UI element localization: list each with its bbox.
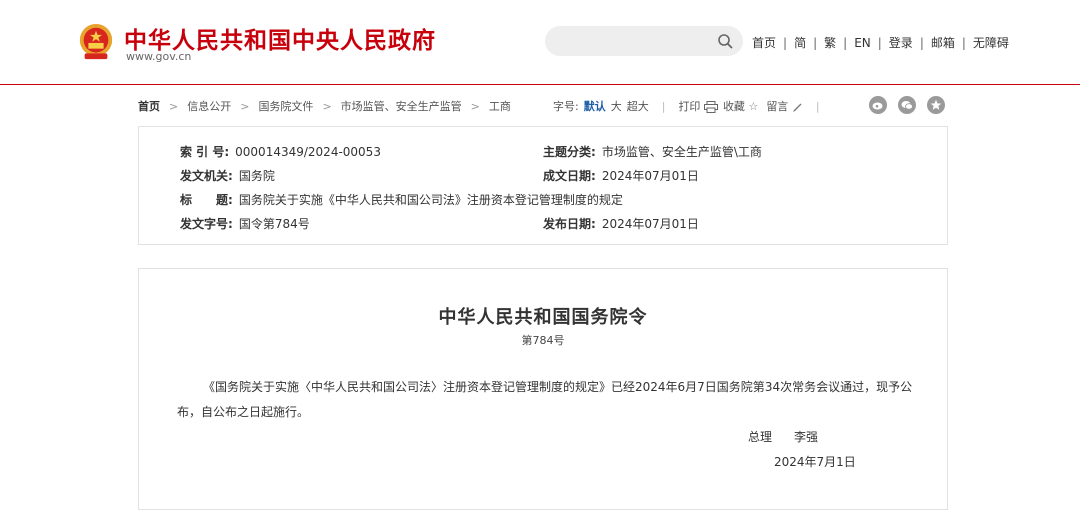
meta-docno: 发文字号: 国令第784号 bbox=[180, 215, 310, 232]
toolbar-separator: | bbox=[661, 99, 666, 113]
article-title: 中华人民共和国国务院令 bbox=[438, 307, 648, 328]
breadcrumb-home[interactable]: 首页 bbox=[138, 98, 160, 114]
breadcrumb-commerce[interactable]: 工商 bbox=[489, 98, 511, 114]
top-nav: 首页 | 简 | 繁 | EN | 登录 | 邮箱 | 无障碍 bbox=[752, 34, 1009, 51]
meta-published: 发布日期: 2024年07月01日 bbox=[543, 215, 699, 232]
breadcrumb: 首页 > 信息公开 > 国务院文件 > 市场监管、安全生产监管 > 工商 bbox=[138, 98, 511, 114]
font-default-option[interactable]: 默认 bbox=[584, 98, 606, 114]
signer-name: 李强 bbox=[794, 430, 819, 444]
meta-issuer-value: 国务院 bbox=[238, 169, 275, 183]
nav-separator: | bbox=[813, 35, 818, 50]
meta-title-label: 标 题: bbox=[180, 193, 233, 207]
meta-index-label: 索 引 号: bbox=[180, 145, 230, 159]
meta-published-value: 2024年07月01日 bbox=[601, 217, 699, 231]
weibo-icon[interactable] bbox=[869, 96, 887, 114]
chevron-right-icon: > bbox=[470, 99, 480, 113]
article-paragraph: 《国务院关于实施〈中华人民共和国公司法〉注册资本登记管理制度的规定》已经2024… bbox=[177, 380, 913, 419]
national-emblem-icon[interactable] bbox=[77, 22, 115, 62]
star-icon[interactable] bbox=[927, 96, 945, 114]
nav-separator: | bbox=[877, 35, 882, 50]
meta-category-label: 主题分类: bbox=[543, 145, 596, 159]
site-header: 中华人民共和国中央人民政府 www.gov.cn 首页 | 简 | 繁 | EN | 登… bbox=[0, 0, 1080, 84]
meta-title-value: 国务院关于实施《中华人民共和国公司法》注册资本登记管理制度的规定 bbox=[238, 193, 623, 207]
nav-mail[interactable]: 邮箱 bbox=[931, 34, 955, 51]
pencil-icon bbox=[792, 103, 802, 112]
print-label: 打印 bbox=[678, 100, 701, 113]
nav-login[interactable]: 登录 bbox=[889, 34, 913, 51]
article-body: 中华人民共和国国务院令 第784号 《国务院关于实施〈中华人民共和国公司法〉注册… bbox=[138, 268, 948, 510]
search-icon[interactable] bbox=[717, 33, 733, 49]
nav-traditional[interactable]: 繁 bbox=[824, 34, 836, 51]
nav-accessibility[interactable]: 无障碍 bbox=[973, 34, 1009, 51]
document-metadata: 索 引 号: 000014349/2024-00053 主题分类: 市场监管、安全生… bbox=[138, 126, 948, 245]
breadcrumb-toolbar: 首页 > 信息公开 > 国务院文件 > 市场监管、安全生产监管 > 工商 字号:… bbox=[138, 96, 948, 114]
nav-simplified[interactable]: 简 bbox=[794, 34, 806, 51]
nav-separator: | bbox=[919, 35, 924, 50]
favorite-label: 收藏 bbox=[722, 100, 745, 113]
meta-issuer: 发文机关: 国务院 bbox=[180, 167, 275, 184]
font-xlarge-option[interactable]: 超大 bbox=[627, 98, 649, 114]
comment-label: 留言 bbox=[766, 100, 789, 113]
article-number: 第784号 bbox=[521, 334, 565, 347]
site-domain: www.gov.cn bbox=[126, 50, 192, 63]
nav-home[interactable]: 首页 bbox=[752, 34, 776, 51]
signature: 总理 李强 bbox=[748, 428, 818, 445]
comment-button[interactable]: 留言 bbox=[766, 98, 803, 114]
meta-category: 主题分类: 市场监管、安全生产监管\工商 bbox=[543, 143, 762, 160]
signer-title: 总理 bbox=[748, 430, 773, 444]
article-date: 2024年7月1日 bbox=[774, 455, 856, 469]
meta-index-value: 000014349/2024-00053 bbox=[235, 145, 381, 159]
favorite-button[interactable]: 收藏 ☆ bbox=[723, 98, 758, 114]
printer-icon bbox=[703, 101, 718, 113]
breadcrumb-info-public[interactable]: 信息公开 bbox=[187, 98, 231, 114]
nav-separator: | bbox=[961, 35, 966, 50]
share-icons bbox=[869, 96, 956, 114]
nav-separator: | bbox=[843, 35, 848, 50]
wechat-icon[interactable] bbox=[898, 96, 916, 114]
chevron-right-icon: > bbox=[169, 99, 179, 113]
star-outline-icon: ☆ bbox=[748, 100, 759, 113]
font-large-option[interactable]: 大 bbox=[611, 98, 622, 114]
meta-docno-label: 发文字号: bbox=[180, 217, 233, 231]
search-input[interactable] bbox=[545, 26, 743, 56]
meta-category-value: 市场监管、安全生产监管\工商 bbox=[601, 145, 762, 159]
meta-created-label: 成文日期: bbox=[543, 169, 596, 183]
meta-index: 索 引 号: 000014349/2024-00053 bbox=[180, 143, 381, 160]
font-size-label: 字号: bbox=[553, 100, 579, 113]
toolbar-separator: | bbox=[815, 99, 820, 113]
nav-english[interactable]: EN bbox=[854, 36, 871, 50]
chevron-right-icon: > bbox=[322, 99, 332, 113]
breadcrumb-state-council-docs[interactable]: 国务院文件 bbox=[258, 98, 313, 114]
nav-separator: | bbox=[783, 35, 788, 50]
meta-docno-value: 国令第784号 bbox=[238, 217, 310, 231]
meta-title: 标 题: 国务院关于实施《中华人民共和国公司法》注册资本登记管理制度的规定 bbox=[180, 191, 623, 208]
meta-published-label: 发布日期: bbox=[543, 217, 596, 231]
chevron-right-icon: > bbox=[240, 99, 250, 113]
meta-created-value: 2024年07月01日 bbox=[601, 169, 699, 183]
print-button[interactable]: 打印 bbox=[678, 98, 718, 114]
meta-issuer-label: 发文机关: bbox=[180, 169, 233, 183]
meta-created: 成文日期: 2024年07月01日 bbox=[543, 167, 699, 184]
breadcrumb-market-regulation[interactable]: 市场监管、安全生产监管 bbox=[341, 98, 462, 114]
header-divider bbox=[0, 84, 1080, 85]
article-tools: 字号: 默认 大 超大 | 打印 收藏 ☆ 留言 | bbox=[553, 98, 833, 114]
